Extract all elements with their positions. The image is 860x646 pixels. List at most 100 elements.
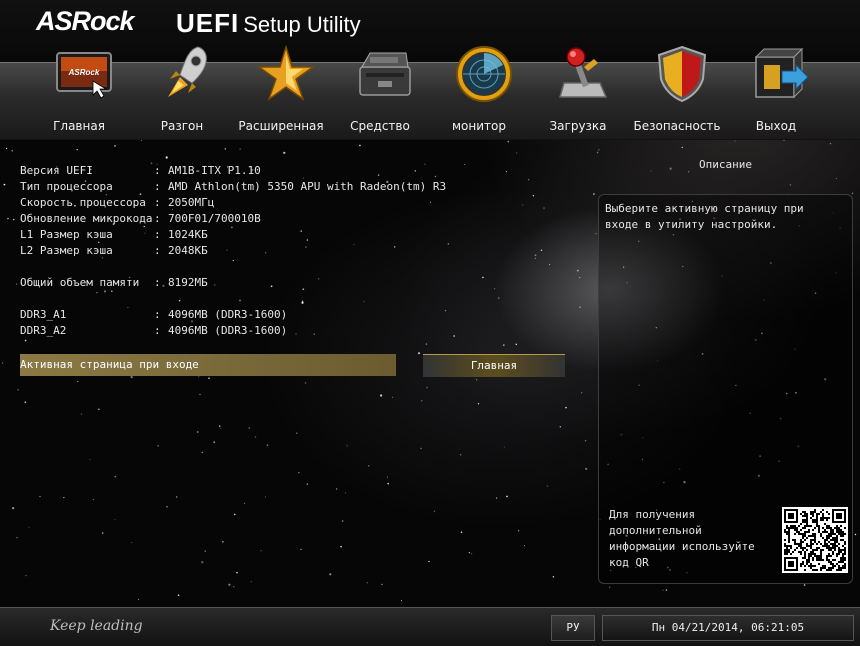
star [80,413,83,415]
star [387,482,390,485]
info-key: L2 Размер кэша [20,244,113,257]
star [579,306,581,308]
star [341,520,344,522]
star [131,541,133,544]
info-row-total-memory: Общий объем памяти:8192МБ [20,276,208,289]
star [585,467,588,470]
tab-boot[interactable]: Загрузка [529,47,627,139]
star [165,156,168,159]
star [77,381,79,383]
star [28,526,30,528]
star [157,445,159,447]
star [232,259,234,262]
star [114,145,116,147]
star [391,396,393,398]
star [226,249,228,251]
star [464,163,466,166]
tab-overclock-label: Разгон [160,119,204,133]
star [803,584,806,586]
star [130,376,133,379]
tab-overclock[interactable]: Разгон [133,46,231,139]
star [546,485,549,487]
star [219,425,221,427]
star [497,297,500,299]
title-uefi: UEFI [176,8,240,38]
star [301,300,304,303]
tab-tool[interactable]: Средство [331,52,429,139]
star [7,217,9,220]
star [540,249,543,251]
star [506,495,508,498]
info-row-processor-type: Тип процессора: AMD Athlon(tm) 5350 APU w… [20,180,447,193]
star [5,147,8,150]
star [306,239,309,241]
exit-box-icon [754,47,809,99]
tab-monitor[interactable]: монитор [430,46,528,139]
star [176,496,178,498]
info-row-l1-cache: L1 Размер кэша:1024КБ [20,228,208,241]
star [264,252,267,254]
star [177,594,180,596]
star [114,475,117,478]
star [196,431,199,433]
info-row-uefi-version: Версия UEFI: AM1B-ITX P1.10 [20,164,261,177]
star [24,401,27,403]
language-button[interactable]: РУ [551,615,595,641]
star [239,299,241,302]
tab-boot-label: Загрузка [549,119,607,133]
tab-advanced[interactable]: Расширенная [232,45,330,139]
star [162,284,165,287]
info-key: Тип процессора [20,180,113,193]
star [140,139,143,141]
star [576,269,579,272]
star [1,362,4,364]
star [502,344,505,346]
star [201,561,204,564]
star [494,288,496,290]
star [244,502,246,504]
star [783,139,785,142]
star [304,382,307,384]
star [368,465,370,467]
star [515,343,518,346]
star [213,441,216,444]
star [254,436,257,438]
star [534,254,537,257]
star [734,140,736,142]
svg-text:ASRock: ASRock [68,68,100,77]
footer: Keep leading РУ Пн 04/21/2014, 06:21:05 [0,607,860,646]
star [239,148,241,150]
star [11,150,13,152]
star [581,392,583,394]
star [76,148,78,151]
star [201,451,203,454]
star [400,600,403,602]
tab-exit[interactable]: Выход [727,47,825,139]
asrock-logo: ASRock [36,6,135,36]
tab-security[interactable]: Безопасность [628,45,726,139]
star [424,163,426,165]
tab-main[interactable]: ASRock Главная [30,52,128,139]
tab-monitor-label: монитор [452,119,506,133]
active-page-dropdown[interactable]: Главная [423,354,565,377]
star [420,447,422,450]
header: ASRock UEFI Setup Utility [0,0,860,62]
star [250,581,252,583]
star [302,288,305,291]
star [507,140,510,143]
active-page-setting-row[interactable]: Активная страница при входе [20,354,396,376]
star [552,575,555,578]
star [264,496,267,498]
info-key: DDR3_A2 [20,324,67,337]
star [475,379,478,381]
star [114,519,116,521]
info-value: 8192МБ [168,276,208,289]
star [222,540,224,543]
star [394,246,396,248]
star [204,550,206,552]
star [609,586,611,588]
info-value: 2050МГц [168,196,215,209]
star [359,144,361,147]
star [386,476,389,478]
star [234,513,236,516]
